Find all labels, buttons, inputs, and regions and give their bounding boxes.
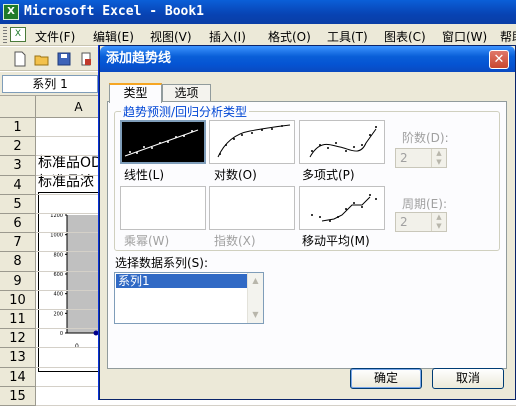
excel-title-bar: X Microsoft Excel - Book1 bbox=[0, 0, 516, 24]
row-header-8[interactable]: 8 bbox=[0, 252, 36, 272]
row-header-10[interactable]: 10 bbox=[0, 290, 36, 310]
type-linear[interactable] bbox=[120, 120, 206, 164]
save-icon[interactable] bbox=[56, 51, 72, 67]
spin-down-icon: ▼ bbox=[436, 158, 442, 166]
row-header-14[interactable]: 14 bbox=[0, 367, 36, 387]
tab-type[interactable]: 类型 bbox=[109, 83, 162, 103]
menu-grip bbox=[3, 27, 7, 43]
series-listbox[interactable]: 系列1 ▲ ▼ bbox=[114, 272, 264, 324]
row-header-2[interactable]: 2 bbox=[0, 137, 36, 157]
series-list-item[interactable]: 系列1 bbox=[116, 274, 247, 288]
row-header-13[interactable]: 13 bbox=[0, 348, 36, 368]
menu-file[interactable]: 文件(F) bbox=[35, 28, 75, 45]
type-polynomial-label: 多项式(P) bbox=[302, 168, 355, 182]
menu-help[interactable]: 帮助 bbox=[500, 28, 516, 45]
permission-icon[interactable] bbox=[78, 51, 94, 67]
scroll-up-icon[interactable]: ▲ bbox=[248, 273, 263, 289]
type-exponential-label: 指数(X) bbox=[214, 234, 256, 248]
excel-app-icon: X bbox=[3, 4, 19, 20]
group-label: 趋势预测/回归分析类型 bbox=[121, 103, 250, 120]
type-power bbox=[120, 186, 206, 230]
row-header-4[interactable]: 4 bbox=[0, 175, 36, 195]
type-moving-average[interactable] bbox=[299, 186, 385, 230]
type-logarithmic-label: 对数(O) bbox=[214, 168, 257, 182]
dialog-title: 添加趋势线 bbox=[100, 46, 515, 72]
menu-window[interactable]: 窗口(W) bbox=[442, 28, 487, 45]
menu-tools[interactable]: 工具(T) bbox=[327, 28, 368, 45]
spin-up-icon: ▲ bbox=[436, 149, 442, 157]
row-header-15[interactable]: 15 bbox=[0, 386, 36, 406]
menu-view[interactable]: 视图(V) bbox=[150, 28, 192, 45]
moving-average-preview-icon bbox=[311, 194, 377, 222]
tab-panel-type: 趋势预测/回归分析类型 线性(L) 对数(O) 多项式(P) 乘幂(W) 指数(… bbox=[107, 101, 507, 369]
row-header-5[interactable]: 5 bbox=[0, 194, 36, 214]
menu-insert[interactable]: 插入(I) bbox=[209, 28, 246, 45]
menu-bar: X 文件(F) 编辑(E) 视图(V) 插入(I) 格式(O) 工具(T) 图表… bbox=[0, 24, 516, 46]
row-header-1[interactable]: 1 bbox=[0, 118, 36, 138]
close-icon[interactable]: ✕ bbox=[489, 50, 509, 69]
type-moving-average-label: 移动平均(M) bbox=[302, 234, 370, 248]
type-polynomial[interactable] bbox=[299, 120, 385, 164]
listbox-scrollbar[interactable]: ▲ ▼ bbox=[247, 273, 263, 323]
polynomial-preview-icon bbox=[309, 126, 377, 158]
row-header-7[interactable]: 7 bbox=[0, 233, 36, 253]
order-spinner: 2 ▲ ▼ bbox=[395, 148, 447, 168]
trendline-type-group: 趋势预测/回归分析类型 线性(L) 对数(O) 多项式(P) 乘幂(W) 指数(… bbox=[114, 103, 500, 251]
row-header-11[interactable]: 11 bbox=[0, 310, 36, 330]
type-logarithmic[interactable] bbox=[209, 120, 295, 164]
workbook-icon[interactable]: X bbox=[10, 27, 26, 42]
order-label: 阶数(D): bbox=[402, 131, 449, 145]
select-all-corner[interactable] bbox=[0, 96, 36, 118]
order-value: 2 bbox=[400, 151, 408, 165]
window-title: Microsoft Excel - Book1 bbox=[24, 4, 205, 19]
row-header-6[interactable]: 6 bbox=[0, 214, 36, 234]
spin-down-icon: ▼ bbox=[436, 222, 442, 230]
menu-format[interactable]: 格式(O) bbox=[268, 28, 311, 45]
period-label: 周期(E): bbox=[402, 197, 447, 211]
linear-preview-icon bbox=[124, 129, 199, 157]
scroll-down-icon[interactable]: ▼ bbox=[248, 307, 263, 323]
row-header-12[interactable]: 12 bbox=[0, 329, 36, 349]
period-value: 2 bbox=[400, 215, 408, 229]
type-exponential bbox=[209, 186, 295, 230]
period-spinner: 2 ▲ ▼ bbox=[395, 212, 447, 232]
menu-edit[interactable]: 编辑(E) bbox=[93, 28, 134, 45]
new-document-icon[interactable] bbox=[12, 51, 28, 67]
open-folder-icon[interactable] bbox=[34, 51, 50, 67]
series-label: 选择数据系列(S): bbox=[115, 256, 209, 270]
row-header-9[interactable]: 9 bbox=[0, 271, 36, 291]
row-header-3[interactable]: 3 bbox=[0, 156, 36, 176]
add-trendline-dialog: 添加趋势线 ✕ 类型 选项 趋势预测/回归分析类型 线性(L) 对数(O) 多项… bbox=[99, 45, 516, 400]
logarithmic-preview-icon bbox=[217, 124, 291, 158]
spin-up-icon: ▲ bbox=[436, 213, 442, 221]
type-linear-label: 线性(L) bbox=[124, 168, 165, 182]
type-power-label: 乘幂(W) bbox=[124, 234, 170, 248]
cancel-button[interactable]: 取消 bbox=[432, 368, 504, 389]
menu-chart[interactable]: 图表(C) bbox=[384, 28, 426, 45]
name-box[interactable]: 系列 1 bbox=[2, 75, 98, 93]
ok-button[interactable]: 确定 bbox=[350, 368, 422, 389]
